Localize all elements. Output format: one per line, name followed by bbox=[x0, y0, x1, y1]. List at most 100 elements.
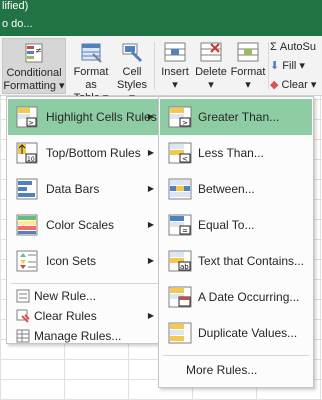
tell-me-box[interactable]: o do... bbox=[0, 14, 322, 36]
less-than-icon: < bbox=[168, 141, 192, 165]
ribbon-separator bbox=[268, 42, 269, 90]
submenu-arrow-icon: ▶ bbox=[147, 256, 154, 265]
delete-button[interactable]: Delete ▾ bbox=[194, 38, 228, 94]
menu-item-data-bars[interactable]: Data Bars ▶ bbox=[8, 171, 162, 207]
format-label-1: Format bbox=[230, 66, 266, 78]
submenu-item-between[interactable]: Between... bbox=[160, 171, 312, 207]
autosum-button[interactable]: Σ AutoSu bbox=[270, 38, 322, 57]
insert-button[interactable]: Insert ▾ bbox=[160, 38, 190, 94]
submenu-arrow-icon: ▶ bbox=[147, 148, 154, 157]
format-as-table-label-1: Format as bbox=[73, 66, 109, 91]
fill-down-icon: ⬇ bbox=[270, 60, 283, 72]
svg-text:>: > bbox=[182, 119, 188, 127]
menu-item-label: Highlight Cells Rules bbox=[46, 110, 157, 124]
submenu-item-label: Between... bbox=[198, 182, 255, 196]
cell-styles-label-1: Cell bbox=[122, 66, 142, 78]
greater-than-icon: > bbox=[168, 105, 192, 129]
conditional-formatting-label-1: Conditional bbox=[6, 67, 62, 79]
menu-separator bbox=[11, 283, 161, 284]
submenu-arrow-icon: ▶ bbox=[147, 311, 154, 320]
window-title: lified) bbox=[2, 0, 29, 12]
menu-item-top-bottom-rules[interactable]: 10 Top/Bottom Rules ▶ bbox=[8, 135, 162, 171]
menu-item-label: Clear Rules bbox=[34, 309, 97, 323]
insert-label-2: ▾ bbox=[172, 79, 178, 91]
insert-label-1: Insert bbox=[161, 66, 189, 78]
format-as-table-button[interactable]: Format as Table ▾ bbox=[68, 38, 114, 104]
highlight-cells-rules-submenu: > Greater Than... < Less Than... Between… bbox=[158, 96, 314, 388]
menu-item-label: Icon Sets bbox=[46, 254, 97, 268]
between-icon bbox=[168, 177, 192, 201]
menu-item-label: Data Bars bbox=[46, 182, 100, 196]
menu-item-label: New Rule... bbox=[34, 289, 97, 303]
highlight-cells-rules-icon: > bbox=[16, 106, 38, 128]
sigma-icon: Σ bbox=[270, 41, 280, 53]
submenu-arrow-icon: ▶ bbox=[147, 112, 154, 121]
data-bars-icon bbox=[16, 178, 38, 200]
submenu-arrow-icon: ▶ bbox=[147, 220, 154, 229]
menu-item-icon-sets[interactable]: Icon Sets ▶ bbox=[8, 243, 162, 279]
fill-button[interactable]: ⬇ Fill ▾ bbox=[270, 57, 322, 76]
top-bottom-rules-icon: 10 bbox=[16, 142, 38, 164]
format-label-2: ▾ bbox=[245, 79, 251, 91]
svg-text:=: = bbox=[182, 227, 188, 235]
svg-text:<: < bbox=[182, 155, 188, 163]
conditional-formatting-label-2: Formatting ▾ bbox=[3, 80, 65, 92]
duplicate-values-icon bbox=[168, 321, 192, 345]
date-occurring-icon bbox=[168, 285, 192, 309]
editing-group: Σ AutoSu ⬇ Fill ▾ ◆ Clear ▾ bbox=[270, 38, 322, 95]
submenu-arrow-icon: ▶ bbox=[147, 184, 154, 193]
cell-styles-button[interactable]: Cell Styles ▾ bbox=[114, 38, 150, 104]
more-rules-link[interactable]: More Rules... bbox=[186, 360, 257, 380]
svg-text:>: > bbox=[28, 119, 34, 127]
icon-sets-icon bbox=[16, 250, 38, 272]
menu-item-new-rule[interactable]: New Rule... bbox=[8, 286, 162, 306]
cell-styles-icon bbox=[120, 40, 144, 64]
menu-item-manage-rules[interactable]: Manage Rules... bbox=[8, 326, 162, 346]
submenu-item-duplicate-values[interactable]: Duplicate Values... bbox=[160, 315, 312, 351]
delete-label-1: Delete bbox=[195, 66, 227, 78]
text-contains-icon: ab bbox=[168, 249, 192, 273]
menu-item-clear-rules[interactable]: Clear Rules ▶ bbox=[8, 306, 162, 326]
submenu-item-label: Text that Contains... bbox=[198, 254, 305, 268]
tell-me-text: o do... bbox=[2, 18, 33, 30]
autosum-label: AutoSu bbox=[279, 41, 316, 53]
conditional-formatting-menu: > Highlight Cells Rules ▶ 10 Top/Bottom … bbox=[6, 96, 164, 344]
menu-item-label: Top/Bottom Rules bbox=[46, 146, 141, 160]
clear-button[interactable]: ◆ Clear ▾ bbox=[270, 76, 322, 95]
submenu-item-less-than[interactable]: < Less Than... bbox=[160, 135, 312, 171]
window-title-bar: lified) bbox=[0, 0, 322, 14]
ribbon-separator bbox=[154, 42, 155, 90]
submenu-item-text-that-contains[interactable]: ab Text that Contains... bbox=[160, 243, 312, 279]
submenu-item-date-occurring[interactable]: A Date Occurring... bbox=[160, 279, 312, 315]
clear-rules-icon bbox=[16, 309, 30, 323]
clear-label: Clear ▾ bbox=[281, 79, 317, 91]
submenu-item-label: Less Than... bbox=[198, 146, 264, 160]
delete-cells-icon bbox=[199, 40, 223, 64]
conditional-formatting-button[interactable]: ≠ Conditional Formatting ▾ bbox=[2, 38, 66, 94]
submenu-separator bbox=[163, 355, 309, 356]
submenu-item-equal-to[interactable]: = Equal To... bbox=[160, 207, 312, 243]
color-scales-icon bbox=[16, 214, 38, 236]
manage-rules-icon bbox=[16, 329, 30, 343]
submenu-item-label: A Date Occurring... bbox=[198, 290, 300, 304]
submenu-item-label: Equal To... bbox=[198, 218, 255, 232]
equal-to-icon: = bbox=[168, 213, 192, 237]
submenu-item-label: Duplicate Values... bbox=[198, 326, 298, 340]
new-rule-icon bbox=[16, 289, 30, 303]
format-button[interactable]: Format ▾ bbox=[230, 38, 266, 94]
insert-cells-icon bbox=[163, 40, 187, 64]
submenu-item-label: Greater Than... bbox=[198, 110, 280, 124]
conditional-formatting-icon: ≠ bbox=[22, 41, 46, 65]
format-as-table-icon bbox=[79, 40, 103, 64]
menu-item-highlight-cells-rules[interactable]: > Highlight Cells Rules ▶ bbox=[8, 99, 162, 135]
submenu-item-greater-than[interactable]: > Greater Than... bbox=[160, 99, 312, 135]
menu-item-label: Color Scales bbox=[46, 218, 115, 232]
eraser-icon: ◆ bbox=[270, 79, 282, 91]
menu-item-label: Manage Rules... bbox=[34, 329, 122, 343]
svg-text:10: 10 bbox=[27, 156, 35, 163]
svg-text:ab: ab bbox=[180, 263, 189, 271]
svg-text:≠: ≠ bbox=[35, 46, 42, 55]
menu-item-color-scales[interactable]: Color Scales ▶ bbox=[8, 207, 162, 243]
fill-label: Fill ▾ bbox=[282, 60, 305, 72]
format-cells-icon bbox=[236, 40, 260, 64]
